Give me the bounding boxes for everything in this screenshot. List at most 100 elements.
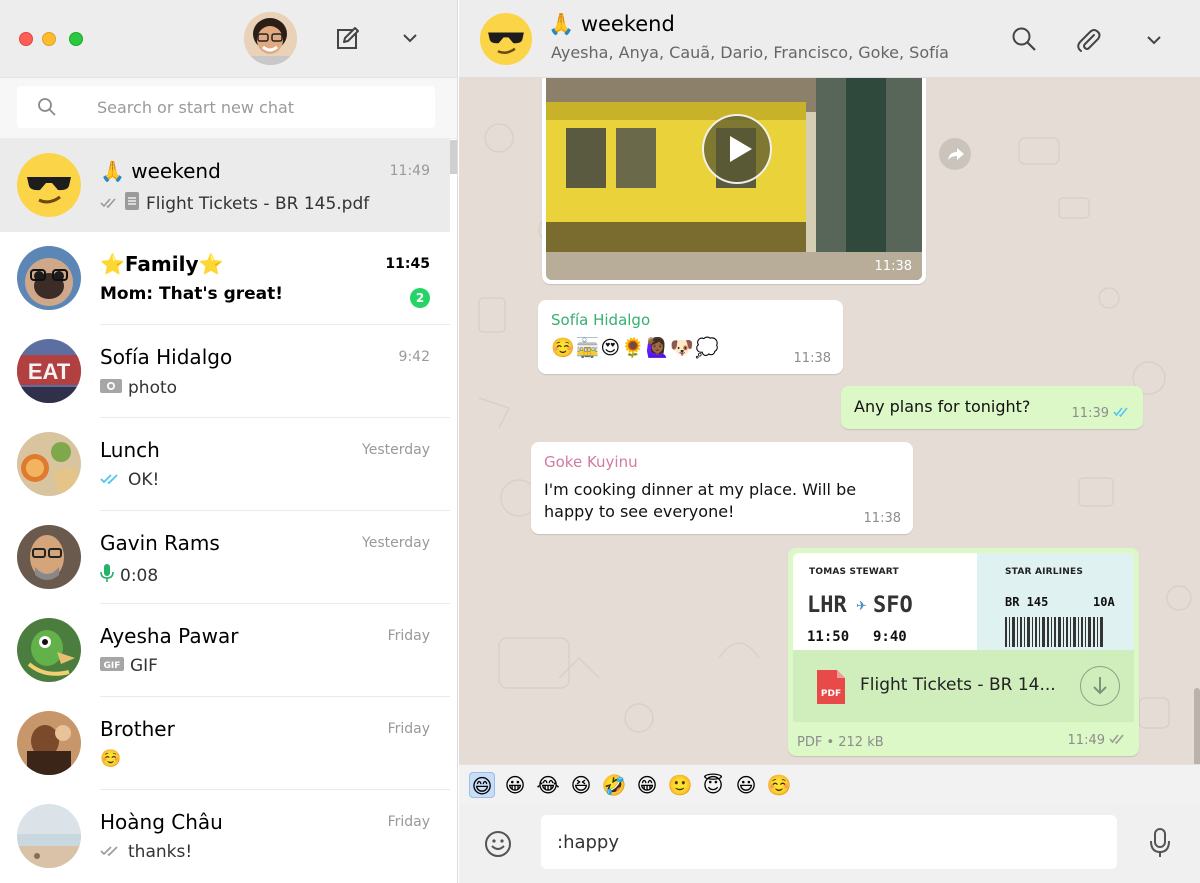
search-icon xyxy=(37,97,57,117)
emoji-suggestions: 😄 😀 😂 😆 🤣 😁 🙂 😇 😃 ☺️ xyxy=(459,764,1200,804)
message-scrollbar[interactable] xyxy=(1194,688,1200,764)
chat-item-lunch[interactable]: Lunch Yesterday OK! xyxy=(0,418,450,511)
search-box[interactable] xyxy=(17,86,435,128)
window-minimize-button[interactable] xyxy=(42,32,56,46)
ticket-airline: STAR AIRLINES xyxy=(1005,567,1084,577)
emoji-suggestion[interactable]: 😁 xyxy=(634,772,660,798)
emoji-suggestion[interactable]: 😄 xyxy=(469,772,495,798)
chat-item-brother[interactable]: Brother Friday ☺️ xyxy=(0,697,450,790)
attach-icon[interactable] xyxy=(1074,26,1102,54)
chat-preview: Mom: That's great! xyxy=(100,284,283,304)
chat-name: ⭐Family⭐ xyxy=(100,252,224,276)
emoji-icon[interactable] xyxy=(483,829,513,859)
document-preview: TOMAS STEWART STAR AIRLINES LHR ✈ SFO 11… xyxy=(793,553,1134,650)
chat-time: 11:49 xyxy=(389,163,430,179)
chat-item-family[interactable]: ⭐Family⭐ 11:45 Mom: That's great! 2 xyxy=(0,232,450,325)
ticket-route-to: SFO xyxy=(873,593,913,618)
message-time-text: 11:39 xyxy=(1071,406,1109,421)
message-time: 11:39 xyxy=(1072,406,1131,421)
play-button[interactable] xyxy=(702,114,772,184)
chat-time: Yesterday xyxy=(362,442,430,458)
ticket-seat: 10A xyxy=(1093,595,1115,609)
message-outgoing[interactable]: Any plans for tonight? 11:39 xyxy=(841,386,1143,429)
video-thumbnail: 11:38 xyxy=(546,78,922,280)
double-check-icon xyxy=(100,842,122,862)
emoji-suggestion[interactable]: 😆 xyxy=(568,772,594,798)
chat-time: Friday xyxy=(387,628,430,644)
document-row[interactable]: PDF Flight Tickets - BR 14... xyxy=(793,650,1134,722)
chat-item-ayesha-pawar[interactable]: Ayesha Pawar Friday GIF GIF xyxy=(0,604,450,697)
microphone-icon[interactable] xyxy=(1149,827,1171,859)
search-icon[interactable] xyxy=(1011,26,1037,52)
profile-avatar[interactable] xyxy=(244,12,297,65)
chat-time: Friday xyxy=(387,814,430,830)
svg-text:PDF: PDF xyxy=(821,689,841,699)
avatar: EAT xyxy=(17,339,81,403)
mic-icon xyxy=(100,563,114,588)
chat-name: Brother xyxy=(100,717,175,741)
document-message[interactable]: TOMAS STEWART STAR AIRLINES LHR ✈ SFO 11… xyxy=(788,548,1139,756)
conversation-header[interactable]: 🙏 weekend Ayesha, Anya, Cauã, Dario, Fra… xyxy=(459,0,1200,78)
chat-preview-text: Flight Tickets - BR 145.pdf xyxy=(146,193,370,214)
chat-time: 9:42 xyxy=(398,349,430,365)
chevron-down-icon[interactable] xyxy=(1144,30,1164,50)
chat-preview-text: thanks! xyxy=(128,842,193,862)
avatar xyxy=(17,246,81,310)
chat-item-sofia-hidalgo[interactable]: EAT Sofía Hidalgo 9:42 photo xyxy=(0,325,450,418)
message-incoming[interactable]: Sofía Hidalgo ☺️🚋😍🌻🙋🏾‍♀️🐶💭 11:38 xyxy=(538,300,843,374)
chat-preview-text: GIF xyxy=(130,656,158,676)
message-input[interactable] xyxy=(541,815,1117,869)
chat-item-weekend[interactable]: 🙏 weekend 11:49 Flight Tickets - BR 145.… xyxy=(0,139,450,232)
emoji-suggestion[interactable]: 😂 xyxy=(535,772,561,798)
group-avatar[interactable] xyxy=(480,13,532,65)
emoji-suggestion[interactable]: ☺️ xyxy=(766,772,792,798)
chat-list-scrollbar[interactable] xyxy=(450,140,457,174)
chat-name: Ayesha Pawar xyxy=(100,624,239,648)
search-input[interactable] xyxy=(97,86,427,128)
message-time: 11:38 xyxy=(794,351,831,366)
chat-preview: 0:08 xyxy=(100,563,158,588)
message-text-line: I'm cooking dinner at my place. Will be xyxy=(544,480,857,499)
video-message[interactable]: 11:38 xyxy=(542,78,926,284)
chat-time: Yesterday xyxy=(362,535,430,551)
message-text-line: happy to see everyone! xyxy=(544,502,735,521)
message-time: 11:49 xyxy=(1068,733,1127,748)
message-sender: Goke Kuyinu xyxy=(544,453,638,471)
avatar xyxy=(17,711,81,775)
svg-text:GIF: GIF xyxy=(104,661,121,671)
message-time-text: 11:38 xyxy=(793,351,831,366)
new-chat-icon[interactable] xyxy=(333,25,361,53)
emoji-suggestion[interactable]: 🤣 xyxy=(601,772,627,798)
window-maximize-button[interactable] xyxy=(69,32,83,46)
chat-item-gavin-rams[interactable]: Gavin Rams Yesterday 0:08 xyxy=(0,511,450,604)
avatar xyxy=(17,432,81,496)
emoji-suggestion[interactable]: 😃 xyxy=(733,772,759,798)
message-time: 11:38 xyxy=(864,511,901,526)
emoji-suggestion[interactable]: 🙂 xyxy=(667,772,693,798)
forward-icon[interactable] xyxy=(939,138,971,170)
conversation-pane: 🙏 weekend Ayesha, Anya, Cauã, Dario, Fra… xyxy=(459,0,1200,883)
message-time-text: 11:49 xyxy=(1067,733,1105,748)
chat-preview: OK! xyxy=(100,470,159,490)
window-close-button[interactable] xyxy=(19,32,33,46)
chat-preview: photo xyxy=(100,377,177,398)
download-icon[interactable] xyxy=(1080,666,1120,706)
chat-name: 🙏 weekend xyxy=(100,159,221,183)
emoji-suggestion[interactable]: 😀 xyxy=(502,772,528,798)
chat-item-hoang-chau[interactable]: Hoàng Châu Friday thanks! xyxy=(0,790,450,883)
message-text: ☺️🚋😍🌻🙋🏾‍♀️🐶💭 xyxy=(551,337,720,359)
emoji-suggestion[interactable]: 😇 xyxy=(700,772,726,798)
message-sender: Sofía Hidalgo xyxy=(551,311,651,329)
message-incoming[interactable]: Goke Kuyinu I'm cooking dinner at my pla… xyxy=(531,442,913,534)
avatar xyxy=(17,804,81,868)
chat-time: 11:45 xyxy=(385,256,430,272)
sidebar-header xyxy=(0,0,457,78)
chevron-down-icon[interactable] xyxy=(400,28,420,48)
document-filename: Flight Tickets - BR 14... xyxy=(860,675,1056,695)
barcode-icon xyxy=(1005,617,1105,650)
document-meta: PDF • 212 kB xyxy=(797,735,884,750)
chat-list: 🙏 weekend 11:49 Flight Tickets - BR 145.… xyxy=(0,139,450,883)
double-check-icon xyxy=(100,194,118,214)
conversation-members: Ayesha, Anya, Cauã, Dario, Francisco, Go… xyxy=(551,43,949,62)
ticket-arrival-time: 9:40 xyxy=(873,629,907,645)
